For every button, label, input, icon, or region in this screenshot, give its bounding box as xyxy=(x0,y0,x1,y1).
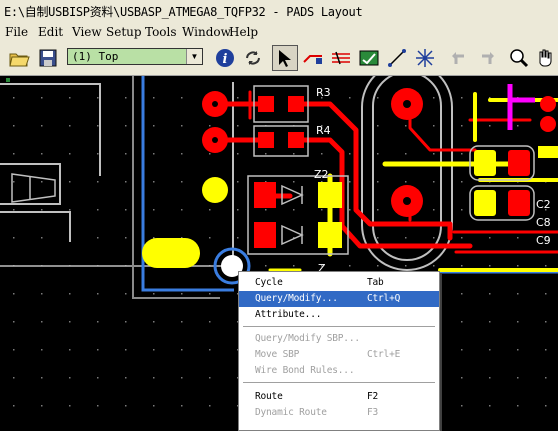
save-icon[interactable] xyxy=(35,45,61,71)
menu-help[interactable]: Help xyxy=(229,25,258,39)
info-icon[interactable]: i xyxy=(212,45,238,71)
menu-tools[interactable]: Tools xyxy=(145,25,177,39)
menu-window[interactable]: Window xyxy=(182,25,231,39)
menu-item-cycle[interactable]: Cycle Tab xyxy=(239,275,439,291)
menu-item-query-modify-sbp: Query/Modify SBP... xyxy=(255,333,360,344)
svg-text:i: i xyxy=(223,52,228,67)
menu-item-attribute[interactable]: Attribute... xyxy=(239,307,439,323)
label-c9: C9 xyxy=(536,234,551,247)
menu-view[interactable]: View xyxy=(72,25,102,39)
undo-icon[interactable] xyxy=(446,45,472,71)
menu-file[interactable]: File xyxy=(5,25,28,39)
layer-select[interactable]: (1) Top ▼ xyxy=(67,48,203,65)
window-title: E:\自制USBISP资料\USBASP_ATMEGA8_TQFP32 - PA… xyxy=(4,5,363,19)
menu-separator xyxy=(243,326,435,328)
menu-item-route[interactable]: Route F2 xyxy=(239,389,439,405)
route-icon[interactable] xyxy=(300,45,326,71)
chevron-down-icon[interactable]: ▼ xyxy=(186,49,202,64)
context-menu: Cycle Tab Query/Modify... Ctrl+Q Attribu… xyxy=(238,271,440,431)
label-c8: C8 xyxy=(536,216,551,229)
bottom-round-pad xyxy=(202,177,228,203)
menu-item-query-modify[interactable]: Query/Modify... Ctrl+Q xyxy=(239,291,439,307)
menu-item-wire-bond-rules: Wire Bond Rules... xyxy=(255,365,355,376)
label-r4: R4 xyxy=(316,124,331,137)
drc-icon[interactable] xyxy=(356,45,382,71)
layer-select-value: (1) Top xyxy=(72,50,119,63)
menu-item-dynamic-route: Dynamic Route F3 xyxy=(255,407,379,418)
label-r3: R3 xyxy=(316,86,331,99)
toolbar: (1) Top ▼ i xyxy=(0,41,558,76)
redo-icon[interactable] xyxy=(474,45,500,71)
menu-item-move-sbp: Move SBP Ctrl+E xyxy=(255,349,401,360)
menu-bar: File Edit View Setup Tools Window Help xyxy=(0,22,558,41)
zoom-icon[interactable] xyxy=(506,45,532,71)
label-z2: Z2 xyxy=(314,168,329,181)
open-folder-icon[interactable] xyxy=(6,45,32,71)
usb-oblong-pad xyxy=(142,238,200,268)
select-arrow-icon[interactable] xyxy=(272,45,298,71)
cross-icon[interactable] xyxy=(412,45,438,71)
label-c2: C2 xyxy=(536,198,551,211)
menu-edit[interactable]: Edit xyxy=(38,25,63,39)
pan-icon[interactable] xyxy=(532,45,558,71)
menu-separator xyxy=(243,382,435,384)
title-bar: E:\自制USBISP资料\USBASP_ATMEGA8_TQFP32 - PA… xyxy=(0,0,558,22)
menu-setup[interactable]: Setup xyxy=(106,25,142,39)
diff-pair-icon[interactable] xyxy=(328,45,354,71)
refresh-icon[interactable] xyxy=(240,45,266,71)
line-icon[interactable] xyxy=(384,45,410,71)
